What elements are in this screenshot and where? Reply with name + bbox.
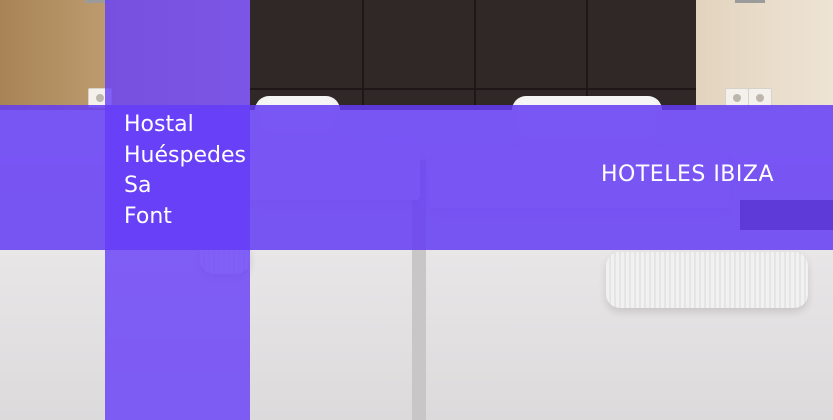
hotel-name-line: Huéspedes: [124, 142, 246, 168]
hotel-name-line: Hostal: [124, 112, 194, 137]
headboard-seam: [474, 0, 476, 110]
headboard-seam: [586, 0, 588, 110]
hotel-name-line: Sa: [124, 173, 152, 198]
lamp-arm-right: [735, 0, 765, 3]
towel: [606, 252, 808, 308]
headboard: [250, 0, 696, 110]
hotel-name: Hostal Huéspedes Sa Font: [124, 110, 248, 232]
headboard-seam: [250, 88, 696, 90]
hotel-name-line: Font: [124, 203, 172, 229]
category-link-hoteles-ibiza[interactable]: HOTELES IBIZA: [601, 160, 774, 190]
headboard-seam: [362, 0, 364, 110]
